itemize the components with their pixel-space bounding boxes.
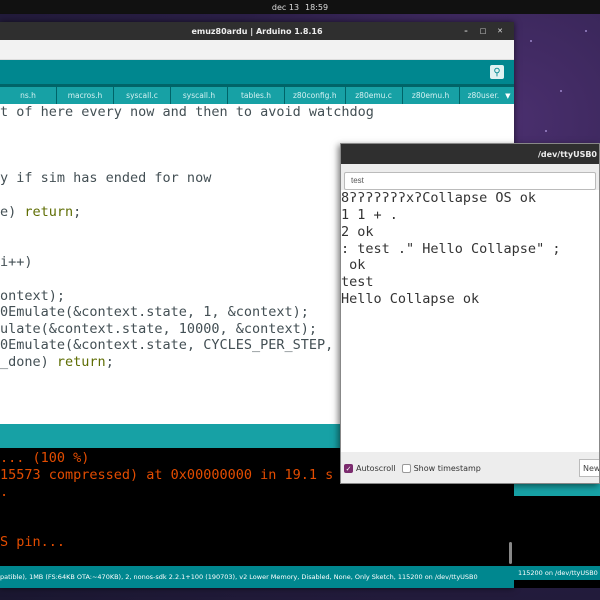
background-window-status: 115200 on /dev/ttyUSB0 [514,566,600,580]
code-line: 0Emulate(&context.state, CYCLES_PER_STEP… [0,337,334,353]
serial-monitor-window: /dev/ttyUSB0 8ʔʔʔʔʔʔʔxʔCollapse OS ok 1 … [340,143,600,484]
code-line: y if sim has ended for now [0,170,212,186]
serial-output-line: : test ." Hello Collapse" ; [341,241,561,257]
console-scrollbar[interactable] [509,542,512,564]
tab-syscall-h[interactable]: syscall.h [171,87,227,104]
clock-time[interactable]: 18:59 [305,3,328,12]
code-line: ulate(&context.state, 10000, &context); [0,321,317,337]
serial-window-title: /dev/ttyUSB0 [538,149,597,159]
minimize-icon[interactable]: – [460,25,472,37]
line-ending-select[interactable]: New [579,459,599,477]
maximize-icon[interactable]: □ [477,25,489,37]
serial-output-line: 2 ok [341,224,374,240]
serial-output-line: Hello Collapse ok [341,291,480,307]
serial-title-bar[interactable]: /dev/ttyUSB0 [341,144,599,164]
timestamp-option[interactable]: Show timestamp [401,464,481,473]
console-line: 15573 compressed) at 0x00000000 in 19.1 … [0,467,334,483]
code-line: ontext); [0,288,66,304]
serial-output[interactable]: 8ʔʔʔʔʔʔʔxʔCollapse OS ok 1 1 + . 2 ok : … [341,190,599,452]
board-status-bar: patible), 1MB (FS:64KB OTA:~470KB), 2, n… [0,566,514,588]
console-line: ... (100 %) [0,450,90,466]
tab-z80user[interactable]: z80user. ▼ [459,87,514,104]
tab-macros-h[interactable]: macros.h [57,87,113,104]
tab-syscall-c[interactable]: syscall.c [114,87,170,104]
code-line: t of here every now and then to avoid wa… [0,104,374,120]
autoscroll-checkbox[interactable]: ✓ [344,464,353,473]
code-line: _done) return; [0,354,114,370]
timestamp-checkbox[interactable] [401,464,411,473]
tab-tables-h[interactable]: tables.h [228,87,284,104]
file-tabs: ns.h macros.h syscall.c syscall.h tables… [0,84,514,104]
code-line: 0Emulate(&context.state, 1, &context); [0,304,309,320]
serial-output-line: ok [341,257,366,273]
magnifier-icon: ⚲ [493,66,501,78]
tab-menu-icon[interactable]: ▼ [505,92,510,100]
serial-output-line: 8ʔʔʔʔʔʔʔxʔCollapse OS ok [341,190,537,206]
serial-monitor-button[interactable]: ⚲ [490,65,504,79]
code-line: i++) [0,254,33,270]
tab-z80config-h[interactable]: z80config.h [285,87,345,104]
console-line: S pin... [0,534,66,550]
window-controls: – □ ✕ [460,25,506,37]
system-top-bar: dec 13 18:59 [0,0,600,14]
window-title: emuz80ardu | Arduino 1.8.16 [191,26,323,36]
tab-z80emu-h[interactable]: z80emu.h [402,87,459,104]
serial-output-line: test [341,274,374,290]
code-line: e) return; [0,204,82,220]
arduino-title-bar[interactable]: emuz80ardu | Arduino 1.8.16 – □ ✕ [0,22,514,40]
tab-ns-h[interactable]: ns.h [0,87,56,104]
menu-bar [0,40,514,60]
console-line: . [0,484,9,500]
toolbar: ⚲ [0,60,514,84]
serial-output-line: 1 1 + . [341,207,398,223]
serial-send-input[interactable] [344,171,596,190]
autoscroll-option[interactable]: ✓ Autoscroll [344,464,396,473]
clock-date[interactable]: dec 13 [272,3,299,12]
serial-options-bar: ✓ Autoscroll Show timestamp New [341,452,599,483]
close-icon[interactable]: ✕ [494,25,506,37]
tab-z80emu-c[interactable]: z80emu.c [345,87,402,104]
serial-input-row [341,164,599,190]
